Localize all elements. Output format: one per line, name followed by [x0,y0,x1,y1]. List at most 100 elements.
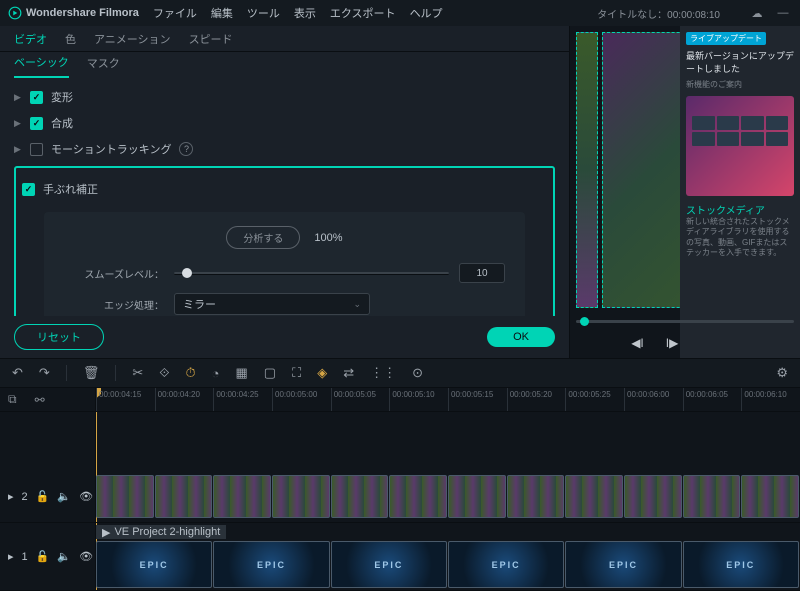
minimize-icon[interactable]: — [774,7,792,20]
lock-icon[interactable]: 🔓 [36,490,50,503]
record-icon[interactable]: ⊙ [412,365,423,381]
audio-icon[interactable]: ⋮⋮ [370,365,396,381]
update-panel: ライブアップデート 最新バージョンにアップデートしました 新機能のご案内 ストッ… [680,26,800,358]
chevron-down-icon: ⌄ [353,299,361,310]
checkbox-stabilize[interactable] [22,183,35,196]
lock-icon[interactable]: 🔓 [36,550,50,563]
clip[interactable] [448,475,506,518]
clip-epic[interactable]: EPIC [213,541,329,588]
tab-video[interactable]: ビデオ [14,31,47,47]
clip[interactable] [565,475,623,518]
clip[interactable] [213,475,271,518]
time-ruler[interactable]: 00:00:04:1500:00:04:2000:00:04:2500:00:0… [96,388,800,412]
clip-epic[interactable]: EPIC [683,541,799,588]
sub-tabs: ベーシック マスク [0,52,569,80]
analyze-pct: 100% [314,232,342,244]
clip[interactable] [507,475,565,518]
crop-icon[interactable]: ⟐ [159,365,169,381]
undo-icon[interactable]: ↶ [12,365,23,381]
title-bar: Wondershare Filmora ファイル 編集 ツール 表示 エクスポー… [0,0,800,26]
menu-export[interactable]: エクスポート [330,5,396,21]
timeline-toolbar: ↶ ↷ 🗑 ✂ ⟐ ⏱ ◔ ▦ ▢ ⛶ ◈ ⇄ ⋮⋮ ⊙ ⚙ [0,358,800,388]
clip[interactable] [331,475,389,518]
menu-edit[interactable]: 編集 [211,5,233,21]
row-motion-tracking[interactable]: ▶ モーショントラッキング ? [0,136,569,162]
clip[interactable] [624,475,682,518]
track-2-lane[interactable] [96,471,800,523]
cut-icon[interactable]: ✂ [132,365,143,381]
menu-file[interactable]: ファイル [153,5,197,21]
keyframe-icon[interactable]: ◈ [317,365,327,381]
clip[interactable] [272,475,330,518]
smooth-value[interactable]: 10 [459,263,505,283]
clip[interactable] [683,475,741,518]
clip-epic[interactable]: EPIC [448,541,564,588]
disclosure-icon[interactable]: ▶ [14,92,22,103]
help-icon[interactable]: ? [179,142,193,156]
checkbox-motion[interactable] [30,143,43,156]
project-title: タイトルなし：00:00:08:10 [597,6,720,21]
clip-epic[interactable]: EPIC [96,541,212,588]
update-desc: 新しい統合されたストックメディアライブラリを使用するの写真、動画、GIFまたはス… [686,217,794,259]
edge-select[interactable]: ミラー⌄ [174,293,370,315]
play-badge-icon: ▶ [102,526,110,539]
main-menu: ファイル 編集 ツール 表示 エクスポート ヘルプ [153,5,443,21]
eye-icon[interactable]: 👁 [79,550,93,563]
clip-epic[interactable]: EPIC [331,541,447,588]
clip-title-bar[interactable]: ▶ VE Project 2-highlight [96,525,226,539]
stabilize-section: 手ぶれ補正 分析する 100% スムーズレベル： 10 エッジ処理： [14,166,555,316]
track-header-2[interactable]: ▸ 2 🔓 🔈 👁 [0,471,95,523]
menu-view[interactable]: 表示 [294,5,316,21]
checkbox-transform[interactable] [30,91,43,104]
tab-speed[interactable]: スピード [189,31,233,47]
reset-button[interactable]: リセット [14,324,104,350]
menu-tools[interactable]: ツール [247,5,280,21]
track-header-1[interactable]: ▸ 1 🔓 🔈 👁 [0,523,95,591]
delete-icon[interactable]: 🗑 [83,365,100,381]
greenscreen-icon[interactable]: ▢ [264,365,276,381]
smooth-label: スムーズレベル： [64,266,164,281]
ok-button[interactable]: OK [487,327,555,347]
tab-animation[interactable]: アニメーション [94,31,171,47]
row-composite[interactable]: ▶ 合成 [0,110,569,136]
settings-icon[interactable]: ⇄ [343,365,354,381]
preview-thumbstrip[interactable] [576,32,598,308]
clip[interactable] [741,475,799,518]
update-title[interactable]: ストックメディア [686,202,794,217]
analyze-button[interactable]: 分析する [226,226,300,249]
smooth-slider[interactable] [174,266,449,280]
mute-icon[interactable]: 🔈 [57,550,71,563]
mixer-icon[interactable]: ⚙ [776,365,788,381]
expand-icon[interactable]: ⛶ [292,365,301,381]
color-icon[interactable]: ◔ [212,366,220,381]
menu-help[interactable]: ヘルプ [410,5,443,21]
clip[interactable] [389,475,447,518]
update-tag: ライブアップデート [686,32,766,45]
track-1-lane[interactable]: ▶ VE Project 2-highlight EPIC EPIC EPIC … [96,523,800,591]
redo-icon[interactable]: ↷ [39,365,50,381]
disclosure-icon[interactable]: ▶ [14,144,22,155]
cloud-icon[interactable]: ☁ [748,7,766,20]
clip[interactable] [96,475,154,518]
disclosure-icon[interactable]: ▶ [14,118,22,129]
update-sub: 新機能のご案内 [686,79,794,90]
clip[interactable] [155,475,213,518]
tab-color[interactable]: 色 [65,31,76,47]
app-logo: Wondershare Filmora [8,6,139,20]
tab-basic[interactable]: ベーシック [14,54,69,78]
checkbox-composite[interactable] [30,117,43,130]
edge-label: エッジ処理： [64,297,164,312]
mute-icon[interactable]: 🔈 [57,490,71,503]
eye-icon[interactable]: 👁 [79,490,93,503]
row-transform[interactable]: ▶ 変形 [0,84,569,110]
adjust-icon[interactable]: ▦ [235,365,247,381]
prev-frame-icon[interactable]: ◀I [631,336,644,350]
speed-icon[interactable]: ⏱ [185,365,195,381]
preview-panel: ライブアップデート 最新バージョンにアップデートしました 新機能のご案内 ストッ… [570,26,800,358]
tab-mask[interactable]: マスク [87,55,120,77]
next-frame-icon[interactable]: I▶ [666,336,679,350]
update-heading: 最新バージョンにアップデートしました [686,49,794,75]
link-icon[interactable]: ⚯ [35,393,45,407]
clone-icon[interactable]: ⧉ [8,392,17,407]
clip-epic[interactable]: EPIC [565,541,681,588]
